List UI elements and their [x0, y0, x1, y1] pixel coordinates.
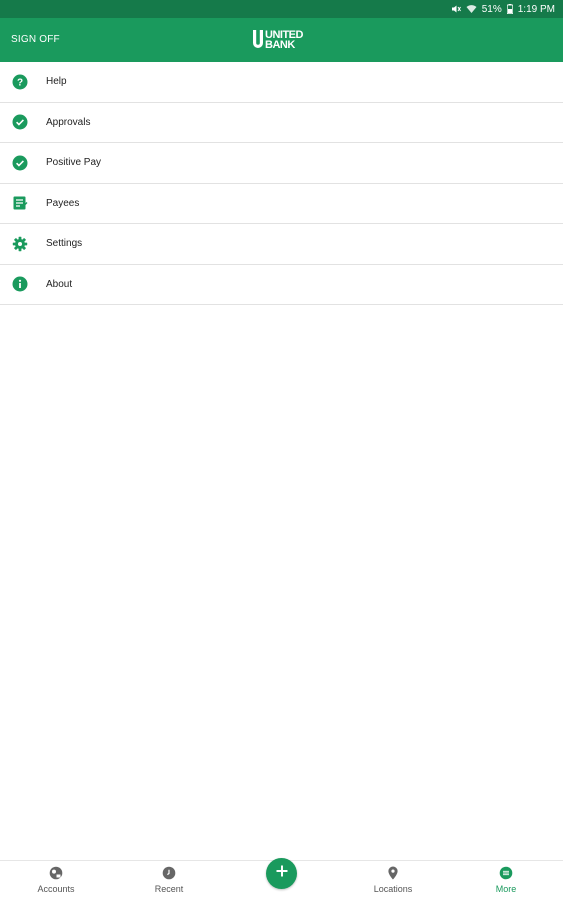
nav-label: Recent [154, 884, 184, 894]
help-icon: ? [12, 74, 28, 90]
sign-off-button[interactable]: SIGN OFF [11, 18, 60, 62]
app-bar: SIGN OFF UNITED BANK [0, 18, 563, 62]
more-menu-list: ? Help Approvals Positive Pay Payees Set… [0, 62, 563, 305]
accounts-icon [49, 866, 63, 880]
wifi-icon [466, 4, 477, 14]
nav-accounts[interactable]: Accounts [16, 861, 96, 900]
more-icon [499, 866, 513, 880]
menu-item-help[interactable]: ? Help [0, 62, 563, 103]
nav-recent[interactable]: Recent [129, 861, 209, 900]
nav-label: Locations [373, 884, 413, 894]
menu-item-label: About [46, 278, 73, 290]
menu-item-label: Payees [46, 197, 80, 209]
nav-label: More [495, 884, 517, 894]
menu-item-positive-pay[interactable]: Positive Pay [0, 143, 563, 184]
info-icon [12, 276, 28, 292]
clock: 1:19 PM [517, 3, 555, 15]
add-fab-button[interactable] [266, 858, 297, 889]
nav-label: Accounts [37, 884, 75, 894]
check-circle-icon [12, 155, 28, 171]
gear-icon [12, 236, 28, 252]
menu-item-payees[interactable]: Payees [0, 184, 563, 224]
check-circle-icon [12, 114, 28, 130]
mute-icon [451, 4, 461, 14]
united-bank-logo-mark [253, 30, 263, 48]
bottom-navigation: Accounts Recent Locations More [0, 858, 563, 900]
nav-more[interactable]: More [466, 861, 546, 900]
logo-line-2: BANK [265, 39, 295, 51]
menu-item-approvals[interactable]: Approvals [0, 103, 563, 143]
payees-icon [12, 195, 28, 211]
menu-item-label: Help [46, 76, 67, 88]
united-bank-logo: UNITED BANK [253, 27, 303, 53]
menu-item-settings[interactable]: Settings [0, 224, 563, 265]
status-bar: 51% 1:19 PM [0, 0, 563, 18]
menu-item-label: Settings [46, 238, 83, 250]
battery-icon [506, 4, 513, 14]
recent-icon [162, 866, 176, 880]
menu-item-label: Positive Pay [46, 157, 102, 169]
plus-icon [275, 864, 289, 883]
svg-text:?: ? [17, 77, 23, 88]
menu-item-label: Approvals [46, 116, 91, 128]
location-pin-icon [386, 866, 400, 880]
menu-item-about[interactable]: About [0, 265, 563, 305]
nav-locations[interactable]: Locations [353, 861, 433, 900]
battery-level: 51% [481, 3, 502, 15]
